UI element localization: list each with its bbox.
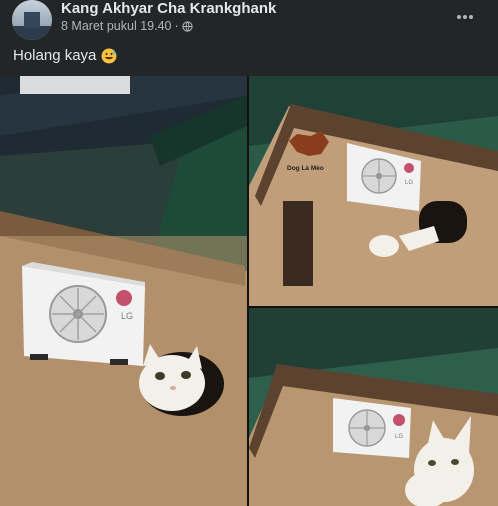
photo-panel-right-bottom: LG xyxy=(249,308,498,506)
post-timestamp[interactable]: 8 Maret pukul 19.40 xyxy=(61,19,172,33)
post-meta: 8 Maret pukul 19.40 · xyxy=(61,19,193,33)
globe-icon[interactable] xyxy=(182,20,193,32)
author-avatar[interactable] xyxy=(12,0,52,40)
photo-panel-left: LG xyxy=(0,76,247,506)
photo-panel-right-top: LG Dog Là Mèo xyxy=(249,76,498,306)
post-photo[interactable]: LG LG Dog Là Mèo LG xyxy=(0,76,498,506)
post-caption: Holang kaya xyxy=(13,47,117,64)
grinning-sweat-emoji-icon xyxy=(101,48,117,63)
post-card: Kang Akhyar Cha Krankghank 8 Maret pukul… xyxy=(0,0,498,506)
caption-text: Holang kaya xyxy=(13,47,97,64)
avatar-image xyxy=(12,0,52,40)
watermark-text: Dog Là Mèo xyxy=(287,165,324,172)
ac-brand-label-left: LG xyxy=(121,311,133,321)
more-dots-icon xyxy=(457,15,473,19)
author-name[interactable]: Kang Akhyar Cha Krankghank xyxy=(61,0,276,17)
ac-brand-label-top: LG xyxy=(405,180,413,186)
ac-brand-label-bottom: LG xyxy=(395,434,403,440)
meta-separator: · xyxy=(174,19,179,33)
more-options-button[interactable] xyxy=(454,8,476,26)
